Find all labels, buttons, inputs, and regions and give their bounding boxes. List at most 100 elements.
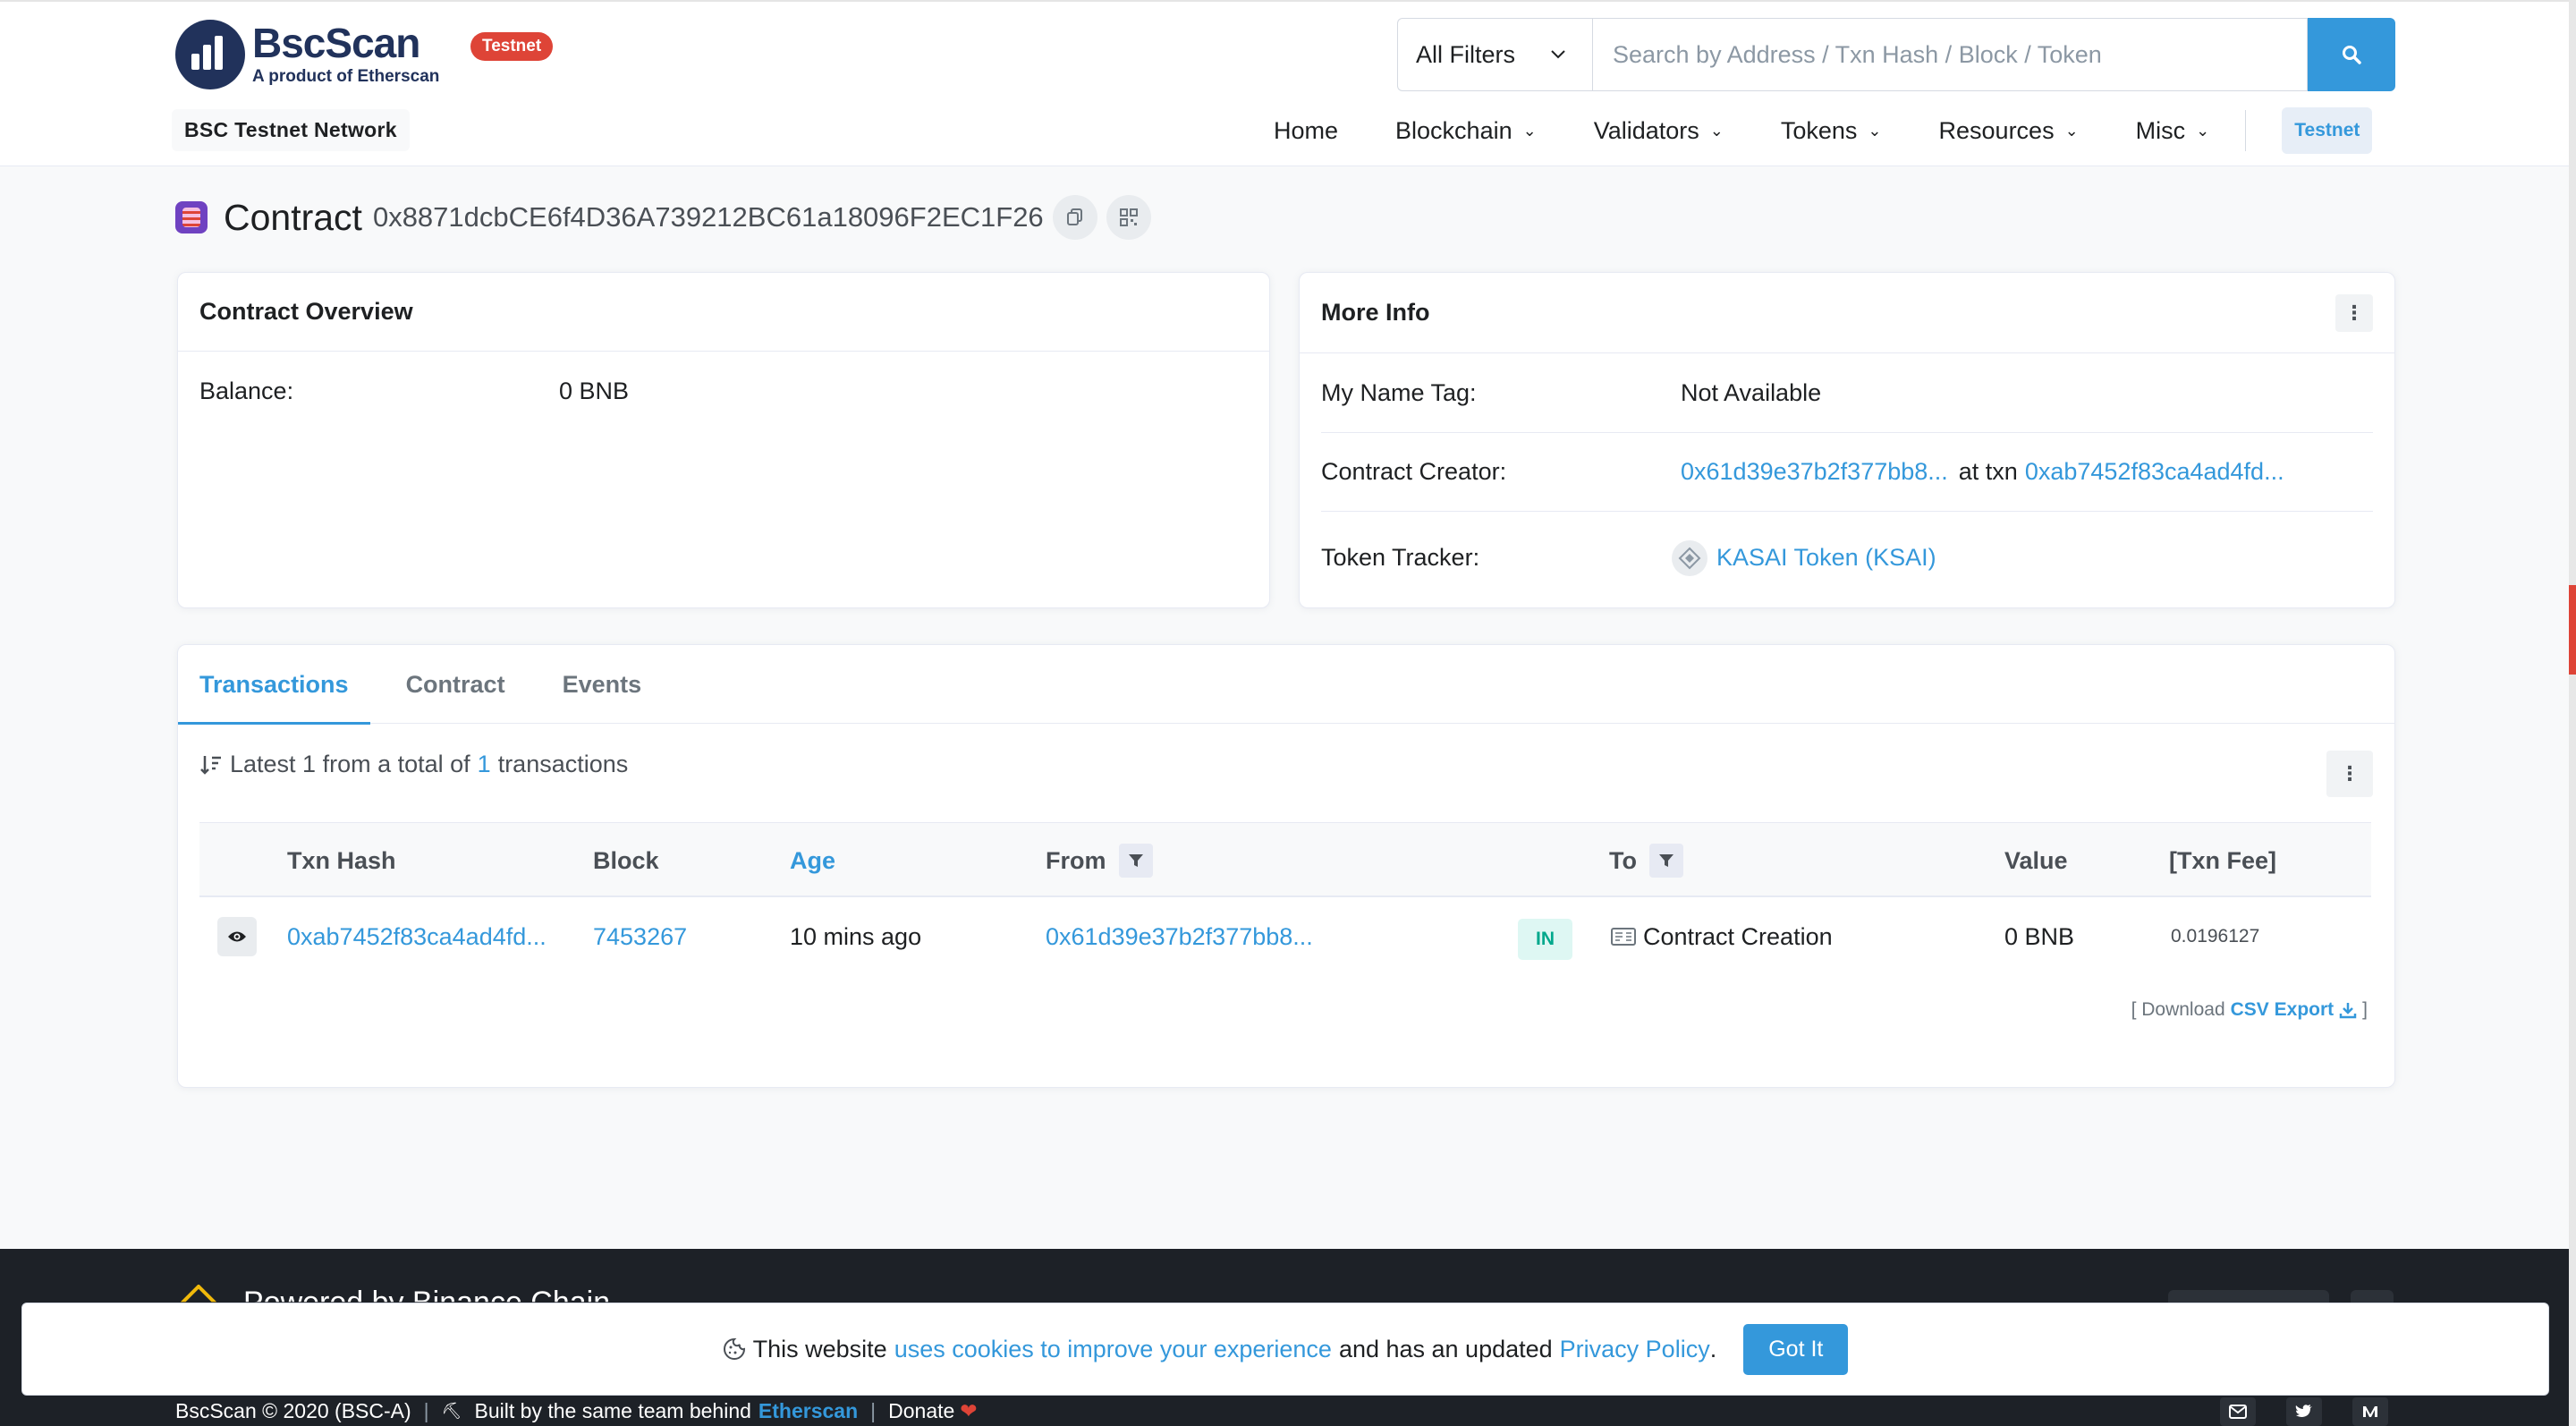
th-block: Block [593, 846, 659, 874]
creator-at-text: at txn [1958, 458, 2018, 485]
nav-divider [2245, 110, 2247, 151]
network-label: BSC Testnet Network [172, 109, 410, 151]
privacy-policy-link[interactable]: Privacy Policy [1560, 1336, 1710, 1363]
cookie-policy-link[interactable]: uses cookies to improve your experience [894, 1336, 1332, 1363]
creator-label: Contract Creator: [1321, 458, 1507, 485]
more-info-card: More Info ⋮ My Name Tag: Not Available C… [1299, 272, 2395, 608]
balance-row: Balance: 0 BNB [178, 352, 1269, 430]
chevron-down-icon: ⌄ [1709, 121, 1724, 140]
nav-validators[interactable]: Validators ⌄ [1594, 117, 1724, 145]
tx-block-link[interactable]: 7453267 [593, 910, 687, 963]
built-by-text: Built by the same team behind [474, 1399, 751, 1422]
nav-blockchain[interactable]: Blockchain ⌄ [1395, 117, 1537, 145]
to-filter-button[interactable] [1648, 844, 1683, 878]
main-nav: Home Blockchain ⌄ Validators ⌄ Tokens ⌄ Res… [1274, 106, 2373, 156]
copy-icon [1066, 208, 1082, 225]
download-prefix: [ Download [2131, 999, 2225, 1020]
from-filter-button[interactable] [1118, 844, 1153, 878]
nav-resources[interactable]: Resources ⌄ [1939, 117, 2079, 145]
token-tracker-label: Token Tracker: [1321, 544, 1480, 571]
tx-preview-button[interactable] [217, 917, 257, 956]
th-to-label: To [1609, 846, 1637, 874]
qr-code-icon [1119, 208, 1138, 226]
name-tag-value: Not Available [1681, 378, 1822, 406]
search-bar: All Filters [1397, 18, 2395, 91]
network-switch-button[interactable]: Testnet [2282, 107, 2373, 154]
nav-validators-label: Validators [1593, 116, 1699, 144]
nav-blockchain-label: Blockchain [1395, 116, 1513, 144]
brand-name: BscScan [252, 20, 420, 66]
tab-contract-label: Contract [405, 670, 505, 698]
tab-contract[interactable]: Contract [406, 645, 505, 724]
hammer-icon: ⛏ [441, 1402, 462, 1420]
filter-icon [1658, 854, 1674, 867]
tab-transactions[interactable]: Transactions [178, 645, 370, 725]
tx-summary-prefix: Latest 1 from a total of [230, 751, 470, 777]
tx-to-label: Contract Creation [1643, 922, 1833, 950]
contract-address: 0x8871dcbCE6f4D36A739212BC61a18096F2EC1F… [372, 201, 1044, 233]
download-suffix: ] [2362, 999, 2368, 1020]
page-title-label: Contract [224, 196, 362, 238]
page-scrollbar[interactable] [2569, 0, 2576, 1426]
scrollbar-thumb[interactable] [2569, 585, 2576, 675]
tx-from-link[interactable]: 0x61d39e37b2f377bb8... [1046, 910, 1313, 963]
cookie-icon [723, 1337, 745, 1360]
got-it-button[interactable]: Got It [1743, 1323, 1849, 1375]
twitter-social-button[interactable] [2286, 1397, 2322, 1426]
token-tracker-link[interactable]: KASAI Token (KSAI) [1716, 544, 1936, 572]
search-input[interactable] [1592, 18, 2308, 91]
more-info-menu-button[interactable]: ⋮ [2335, 293, 2373, 332]
medium-icon [2363, 1406, 2377, 1417]
chevron-down-icon: ⌄ [2064, 121, 2079, 140]
th-from-label: From [1046, 846, 1106, 874]
balance-value: 0 BNB [559, 377, 630, 404]
etherscan-link[interactable]: Etherscan [758, 1399, 858, 1423]
th-to: To [1609, 823, 1683, 898]
tx-to: Contract Creation [1611, 910, 1833, 963]
th-txn-hash: Txn Hash [287, 846, 396, 874]
creator-row: Contract Creator: 0x61d39e37b2f377bb8...… [1321, 432, 2373, 511]
footer-bottom-bar: BscScan © 2020 (BSC-A) | ⛏ Built by the … [175, 1399, 978, 1423]
search-button[interactable] [2308, 18, 2395, 91]
tx-fee: 0.0196127 [2171, 926, 2260, 946]
tx-options-button[interactable]: ⋮ [2326, 751, 2373, 797]
tx-total-count-link[interactable]: 1 [478, 751, 491, 778]
nav-misc[interactable]: Misc ⌄ [2136, 117, 2210, 145]
copy-address-button[interactable] [1052, 195, 1097, 240]
tx-hash-link[interactable]: 0xab7452f83ca4ad4fd... [287, 910, 547, 963]
nav-tokens[interactable]: Tokens ⌄ [1781, 117, 1882, 145]
th-age[interactable]: Age [790, 823, 835, 898]
creator-address-link[interactable]: 0x61d39e37b2f377bb8... [1681, 458, 1948, 486]
nav-home[interactable]: Home [1274, 117, 1338, 145]
tx-table-header: Txn Hash Block Age From To Value [Txn Fe… [199, 822, 2371, 897]
search-filter-select[interactable]: All Filters [1397, 18, 1592, 91]
bscscan-logo-icon [175, 20, 245, 89]
chevron-down-icon: ⌄ [1868, 121, 1882, 140]
site-header: BscScan A product of Etherscan Testnet B… [0, 0, 2569, 166]
page-title: Contract 0x8871dcbCE6f4D36A739212BC61a18… [175, 195, 1151, 240]
nav-resources-label: Resources [1938, 116, 2055, 144]
th-txn-fee[interactable]: [Txn Fee] [2169, 823, 2276, 898]
email-social-button[interactable] [2220, 1397, 2256, 1426]
nav-home-label: Home [1274, 116, 1339, 144]
donate-link[interactable]: Donate [888, 1399, 954, 1423]
creator-txn-link[interactable]: 0xab7452f83ca4ad4fd... [2025, 458, 2284, 486]
copyright-text: BscScan © 2020 (BSC-A) [175, 1399, 411, 1422]
contract-icon [175, 201, 208, 233]
tx-summary-suffix: transactions [497, 751, 629, 777]
cookie-text-3: . [1709, 1335, 1717, 1362]
filter-icon [1128, 854, 1143, 867]
medium-social-button[interactable] [2352, 1397, 2388, 1426]
chevron-down-icon: ⌄ [1522, 121, 1537, 140]
kebab-icon: ⋮ [2344, 301, 2364, 324]
bscscan-logo[interactable]: BscScan A product of Etherscan [175, 20, 439, 89]
th-from: From [1046, 823, 1153, 898]
tab-events[interactable]: Events [563, 645, 642, 724]
chevron-down-icon [1551, 50, 1565, 59]
qr-code-button[interactable] [1106, 195, 1151, 240]
contract-overview-heading: Contract Overview [199, 298, 413, 325]
csv-export-link[interactable]: CSV Export [2231, 999, 2334, 1021]
transactions-card: Transactions Contract Events Latest 1 fr… [177, 644, 2395, 1088]
kebab-icon: ⋮ [2340, 762, 2360, 785]
sort-icon [200, 755, 221, 775]
